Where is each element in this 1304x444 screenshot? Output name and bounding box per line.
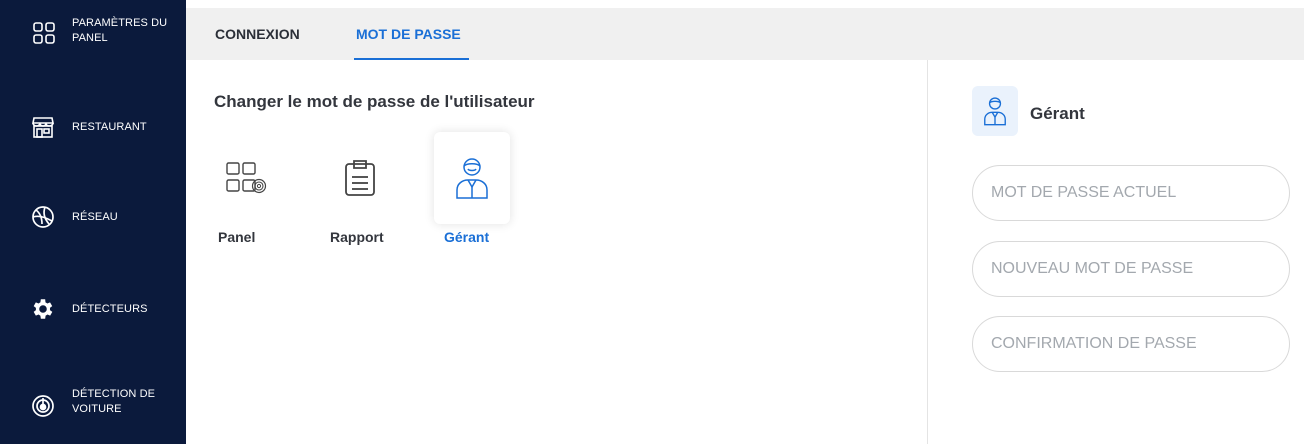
- sidebar-item-restaurant[interactable]: RESTAURANT: [0, 108, 186, 148]
- panel-divider: [927, 60, 928, 444]
- page-title: Changer le mot de passe de l'utilisateur: [214, 92, 535, 111]
- clipboard-icon: [322, 132, 398, 224]
- option-rapport[interactable]: [322, 132, 398, 226]
- sidebar-item-panel-settings[interactable]: PARAMÈTRES DU PANEL: [0, 12, 186, 52]
- selected-role-name: Gérant: [1030, 104, 1085, 123]
- option-panel-label: Panel: [218, 229, 256, 245]
- sidebar-item-car-detection[interactable]: DÉTECTION DE VOITURE: [0, 384, 186, 428]
- sidebar-item-label: RÉSEAU: [72, 211, 118, 223]
- sidebar-item-network[interactable]: RÉSEAU: [0, 198, 186, 238]
- sidebar-item-detectors[interactable]: DÉTECTEURS: [0, 290, 186, 330]
- option-gerant[interactable]: [434, 132, 510, 226]
- manager-icon: [434, 132, 510, 224]
- sidebar-item-label: PARAMÈTRES DU PANEL: [72, 17, 168, 44]
- option-rapport-label: Rapport: [330, 229, 384, 245]
- option-gerant-label: Gérant: [444, 229, 490, 245]
- grid-icon: [31, 20, 57, 46]
- active-tab-indicator: [354, 58, 469, 60]
- tab-connexion[interactable]: CONNEXION: [215, 8, 300, 60]
- sidebar: PARAMÈTRES DU PANEL RESTAURANT RÉSEAU DÉ…: [0, 0, 186, 444]
- store-icon: [30, 114, 56, 140]
- sidebar-item-label: RESTAURANT: [72, 121, 147, 133]
- option-panel[interactable]: [208, 132, 284, 226]
- sidebar-item-label: DÉTECTEURS: [72, 303, 148, 315]
- globe-icon: [30, 204, 56, 230]
- manager-icon: [972, 86, 1018, 136]
- tab-mot-de-passe[interactable]: MOT DE PASSE: [356, 8, 461, 60]
- new-password-field[interactable]: [972, 241, 1290, 297]
- radar-icon: [30, 393, 56, 419]
- sidebar-item-label: DÉTECTION DE VOITURE: [72, 388, 156, 415]
- current-password-field[interactable]: [972, 165, 1290, 221]
- tab-bar: CONNEXION MOT DE PASSE: [186, 8, 1304, 60]
- gear-icon: [30, 296, 56, 322]
- confirm-password-field[interactable]: [972, 316, 1290, 372]
- panel-fingerprint-icon: [208, 132, 284, 224]
- app: PARAMÈTRES DU PANEL RESTAURANT RÉSEAU DÉ…: [0, 0, 1304, 444]
